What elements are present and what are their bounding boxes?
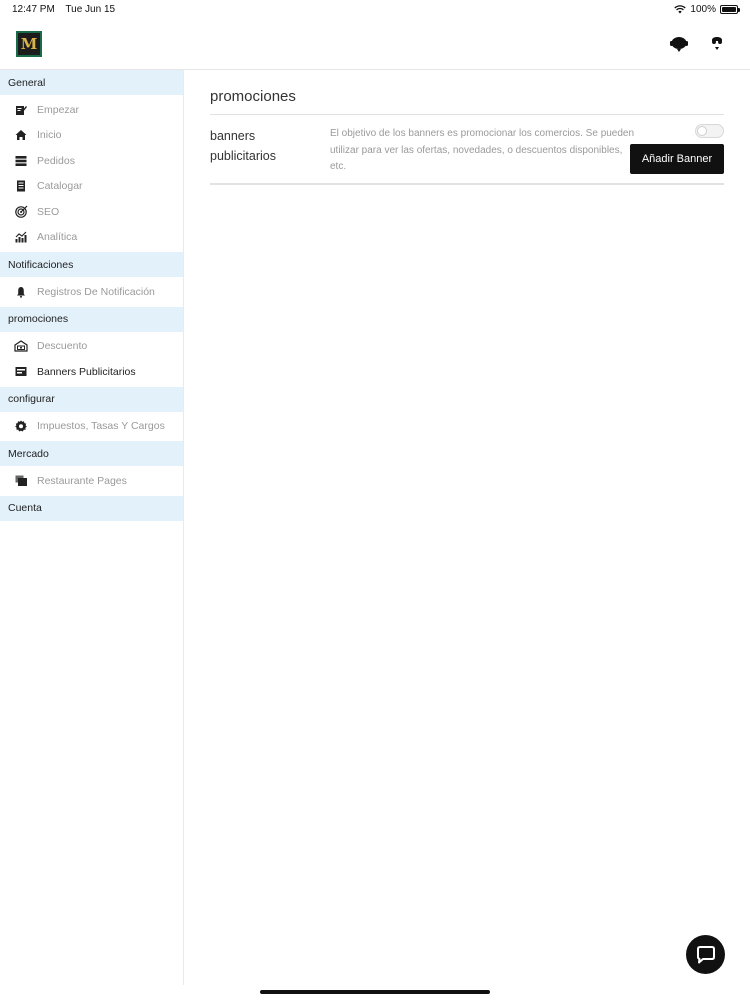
- sidebar-group-notificaciones: Registros De Notificación: [0, 277, 183, 307]
- pages-icon: [14, 474, 28, 488]
- status-bar: 12:47 PM Tue Jun 15 100%: [0, 0, 750, 18]
- sidebar-item-label: Impuestos, Tasas Y Cargos: [37, 420, 165, 433]
- user-account-icon[interactable]: [707, 34, 727, 54]
- sidebar-item-label: Empezar: [37, 103, 80, 116]
- banners-toggle[interactable]: [695, 124, 724, 138]
- sidebar-item-label: Registros De Notificación: [37, 285, 155, 298]
- sidebar-section-general: General: [0, 70, 183, 95]
- logo-letter: M: [20, 35, 38, 53]
- sidebar-item-label: Banners Publicitarios: [37, 365, 136, 378]
- edit-note-icon: [14, 103, 28, 117]
- target-icon: [14, 205, 28, 219]
- sidebar-section-mercado: Mercado: [0, 441, 183, 466]
- sidebar-item-restaurante-pages[interactable]: Restaurante Pages: [0, 468, 183, 494]
- analytics-icon: [14, 230, 28, 244]
- page-title: promociones: [210, 88, 296, 105]
- setting-description: El objetivo de los banners es promociona…: [330, 128, 635, 172]
- status-time: 12:47 PM: [12, 4, 55, 15]
- sidebar-item-label: Analítica: [37, 231, 78, 244]
- sidebar-section-notificaciones: Notificaciones: [0, 252, 183, 277]
- sidebar-item-label: Pedidos: [37, 154, 75, 167]
- sidebar-item-empezar[interactable]: Empezar: [0, 97, 183, 123]
- battery-icon: [720, 5, 740, 14]
- divider: [210, 183, 724, 185]
- sidebar-item-analitica[interactable]: Analítica: [0, 225, 183, 251]
- app-header: M: [0, 18, 750, 70]
- sidebar-item-seo[interactable]: SEO: [0, 199, 183, 225]
- sidebar-group-promociones: Descuento Banners Publicitarios: [0, 332, 183, 387]
- catalog-icon: [14, 179, 28, 193]
- sidebar-item-banners-publicitarios[interactable]: Banners Publicitarios: [0, 359, 183, 385]
- sidebar-group-general: Empezar Inicio Pedidos Catalogar SEO Ana…: [0, 95, 183, 252]
- home-indicator[interactable]: [260, 990, 490, 994]
- sidebar-section-cuenta[interactable]: Cuenta: [0, 495, 183, 521]
- wifi-icon: [674, 5, 687, 14]
- brand-logo[interactable]: M: [16, 31, 42, 57]
- chat-bubble-icon: [696, 946, 715, 964]
- sidebar-item-registros-notificacion[interactable]: Registros De Notificación: [0, 279, 183, 305]
- bell-icon: [14, 285, 28, 299]
- gear-icon: [14, 419, 28, 433]
- sidebar-section-promociones: promociones: [0, 306, 183, 332]
- sidebar-group-mercado: Restaurante Pages: [0, 466, 183, 496]
- sidebar-item-label: SEO: [37, 205, 60, 218]
- setting-label: banners publicitarios: [210, 129, 277, 163]
- discount-icon: [14, 339, 28, 353]
- sidebar-item-catalogar[interactable]: Catalogar: [0, 174, 183, 200]
- sidebar-item-label: Catalogar: [37, 180, 83, 193]
- add-banner-button[interactable]: Añadir Banner: [630, 144, 724, 174]
- battery-percent: 100%: [690, 4, 716, 15]
- sidebar-item-pedidos[interactable]: Pedidos: [0, 148, 183, 174]
- sidebar-nav: General Empezar Inicio Pedidos Catalogar: [0, 70, 184, 985]
- support-agent-icon[interactable]: [669, 34, 689, 54]
- status-right: 100%: [674, 4, 740, 15]
- sidebar-item-label: Inicio: [37, 129, 62, 142]
- banner-icon: [14, 365, 28, 379]
- divider: [210, 114, 724, 115]
- toggle-knob: [697, 126, 707, 136]
- sidebar-item-label: Descuento: [37, 340, 88, 353]
- main-content: promociones banners publicitarios El obj…: [184, 70, 750, 985]
- status-date: Tue Jun 15: [65, 4, 116, 15]
- sidebar-item-inicio[interactable]: Inicio: [0, 123, 183, 149]
- home-icon: [14, 128, 28, 142]
- sidebar-group-configurar: Impuestos, Tasas Y Cargos: [0, 412, 183, 442]
- sidebar-item-impuestos[interactable]: Impuestos, Tasas Y Cargos: [0, 414, 183, 440]
- orders-icon: [14, 154, 28, 168]
- status-left: 12:47 PM Tue Jun 15: [12, 4, 123, 15]
- sidebar-item-descuento[interactable]: Descuento: [0, 334, 183, 360]
- sidebar-item-label: Restaurante Pages: [37, 474, 127, 487]
- chat-button[interactable]: [686, 935, 725, 974]
- sidebar-section-configurar: configurar: [0, 386, 183, 412]
